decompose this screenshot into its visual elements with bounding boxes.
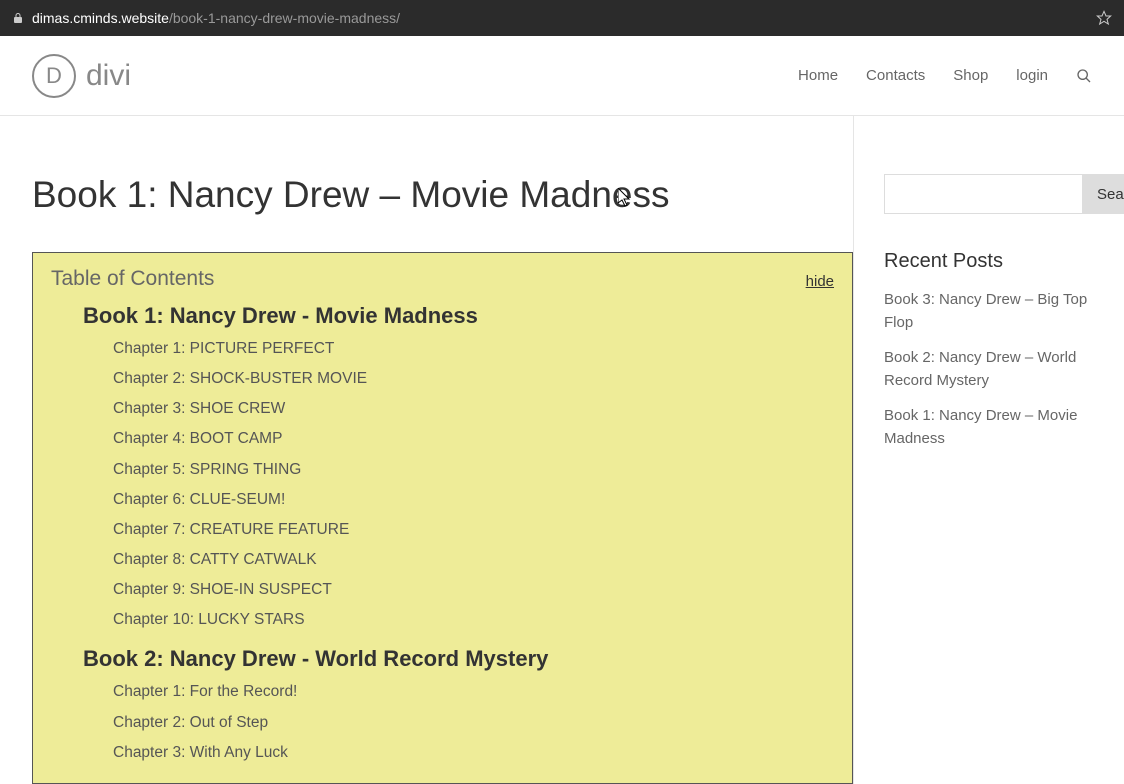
lock-icon <box>12 12 24 24</box>
toc-book-title[interactable]: Book 1: Nancy Drew - Movie Madness <box>83 303 834 329</box>
site-header: D divi Home Contacts Shop login <box>0 36 1124 116</box>
toc-chapter[interactable]: Chapter 8: CATTY CATWALK <box>113 550 834 570</box>
recent-post-link[interactable]: Book 1: Nancy Drew – Movie Madness <box>884 405 1108 450</box>
search-widget: Search <box>884 174 1108 214</box>
toc-title: Table of Contents <box>51 267 834 291</box>
toc-hide-link[interactable]: hide <box>806 273 834 290</box>
toc-chapter[interactable]: Chapter 3: With Any Luck <box>113 743 834 763</box>
site-logo[interactable]: D divi <box>32 54 131 98</box>
table-of-contents: Table of Contents hide Book 1: Nancy Dre… <box>32 252 853 784</box>
toc-chapter[interactable]: Chapter 1: PICTURE PERFECT <box>113 339 834 359</box>
toc-chapter[interactable]: Chapter 9: SHOE-IN SUSPECT <box>113 580 834 600</box>
main-content: Book 1: Nancy Drew – Movie Madness Table… <box>0 116 854 784</box>
toc-chapter[interactable]: Chapter 10: LUCKY STARS <box>113 610 834 630</box>
browser-address-bar: dimas.cminds.website/book-1-nancy-drew-m… <box>0 0 1124 36</box>
toc-chapter[interactable]: Chapter 5: SPRING THING <box>113 460 834 480</box>
toc-book-title[interactable]: Book 2: Nancy Drew - World Record Myster… <box>83 646 834 672</box>
toc-chapter[interactable]: Chapter 1: For the Record! <box>113 682 834 702</box>
logo-text: divi <box>86 59 131 93</box>
nav-home[interactable]: Home <box>798 67 838 84</box>
toc-chapter[interactable]: Chapter 2: Out of Step <box>113 713 834 733</box>
recent-post-link[interactable]: Book 2: Nancy Drew – World Record Myster… <box>884 347 1108 392</box>
search-input[interactable] <box>884 174 1083 214</box>
toc-chapter[interactable]: Chapter 4: BOOT CAMP <box>113 429 834 449</box>
page-title: Book 1: Nancy Drew – Movie Madness <box>32 174 853 216</box>
nav-shop[interactable]: Shop <box>953 67 988 84</box>
main-nav: Home Contacts Shop login <box>798 67 1092 84</box>
toc-chapter[interactable]: Chapter 2: SHOCK-BUSTER MOVIE <box>113 369 834 389</box>
recent-posts-title: Recent Posts <box>884 250 1108 273</box>
toc-chapter[interactable]: Chapter 3: SHOE CREW <box>113 399 834 419</box>
toc-chapter[interactable]: Chapter 6: CLUE-SEUM! <box>113 490 834 510</box>
bookmark-star-icon[interactable] <box>1096 10 1112 26</box>
logo-icon: D <box>32 54 76 98</box>
nav-login[interactable]: login <box>1016 67 1048 84</box>
url-text[interactable]: dimas.cminds.website/book-1-nancy-drew-m… <box>32 10 400 26</box>
search-button[interactable]: Search <box>1083 174 1124 214</box>
toc-chapter[interactable]: Chapter 7: CREATURE FEATURE <box>113 520 834 540</box>
sidebar: Search Recent Posts Book 3: Nancy Drew –… <box>884 116 1124 784</box>
nav-contacts[interactable]: Contacts <box>866 67 925 84</box>
recent-post-link[interactable]: Book 3: Nancy Drew – Big Top Flop <box>884 289 1108 334</box>
search-icon[interactable] <box>1076 68 1092 84</box>
